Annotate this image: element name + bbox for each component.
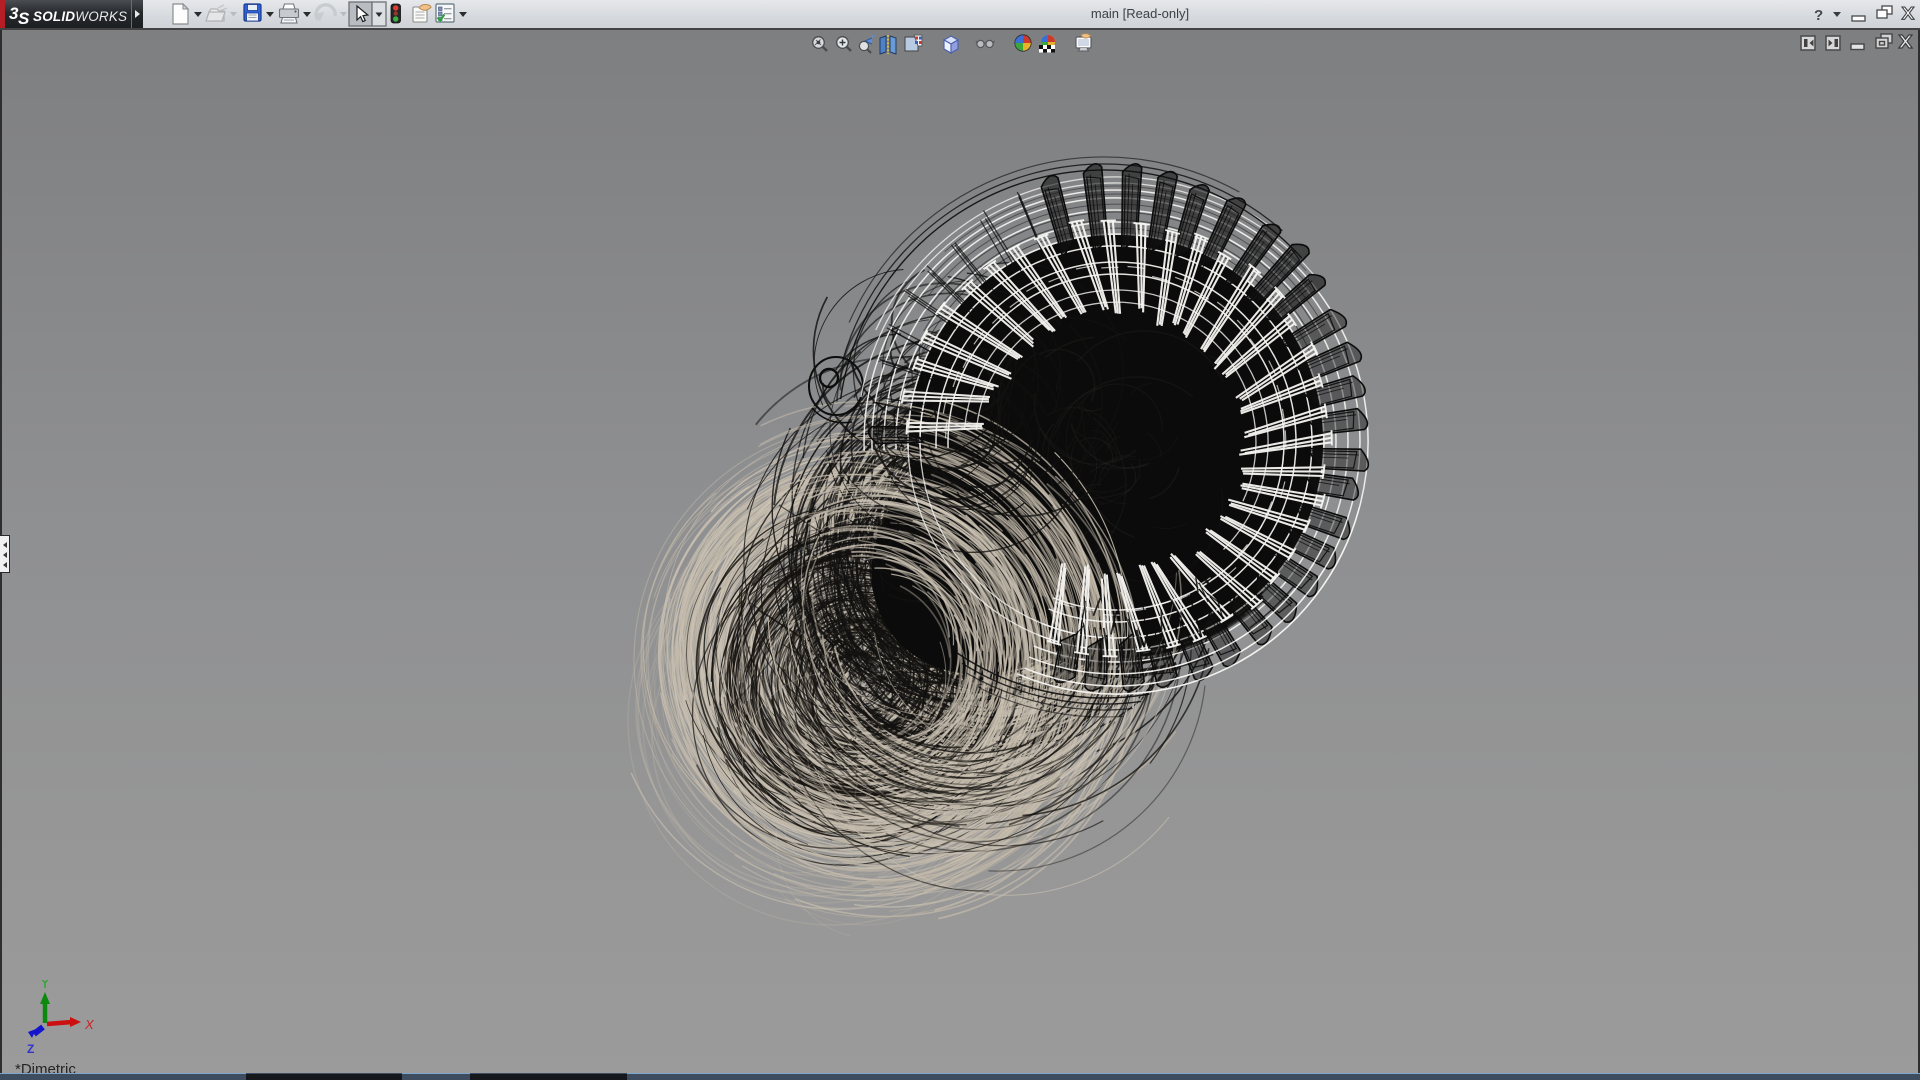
- svg-text:Z: Z: [27, 1042, 34, 1056]
- svg-text:?: ?: [1814, 7, 1823, 24]
- svg-text:X: X: [84, 1017, 95, 1032]
